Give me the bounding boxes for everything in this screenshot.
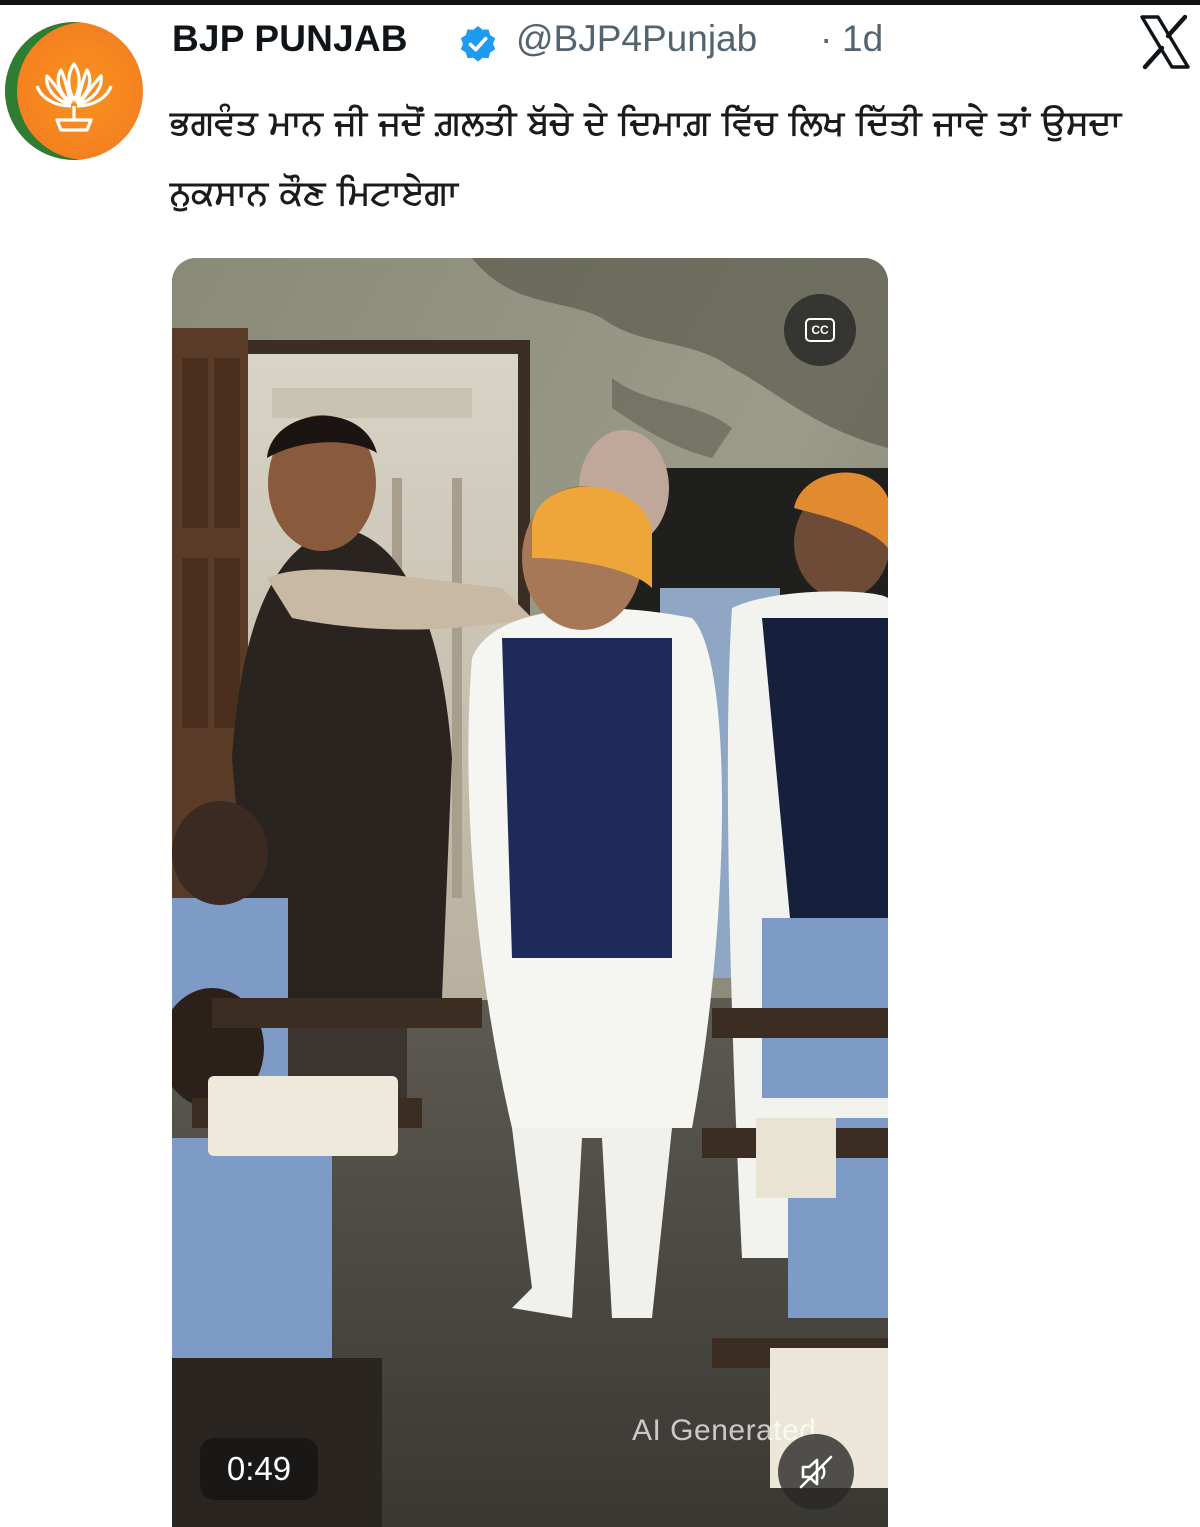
profile-avatar[interactable] (5, 22, 143, 160)
cc-icon: CC (805, 318, 835, 342)
captions-button[interactable]: CC (784, 294, 856, 366)
speaker-muted-icon (799, 1455, 833, 1489)
bjp-lotus-logo-icon (35, 62, 113, 132)
post-timestamp[interactable]: 1d (842, 18, 883, 60)
verified-badge-icon (460, 26, 496, 62)
video-duration: 0:49 (200, 1438, 318, 1500)
video-frame (172, 258, 888, 1527)
video-player[interactable]: CC AI Generated 0:49 (172, 258, 888, 1527)
author-name[interactable]: BJP PUNJAB (172, 18, 408, 60)
top-edge-bar (0, 0, 1200, 5)
ai-generated-watermark: AI Generated (632, 1414, 817, 1447)
meta-separator: · (820, 18, 833, 59)
x-logo-icon[interactable] (1138, 14, 1192, 70)
author-handle[interactable]: @BJP4Punjab (516, 18, 757, 60)
mute-button[interactable] (778, 1434, 854, 1510)
post-text: ਭਗਵੰਤ ਮਾਨ ਜੀ ਜਦੋਂ ਗ਼ਲਤੀ ਬੱਚੇ ਦੇ ਦਿਮਾਗ਼ ਵ… (170, 103, 1122, 213)
